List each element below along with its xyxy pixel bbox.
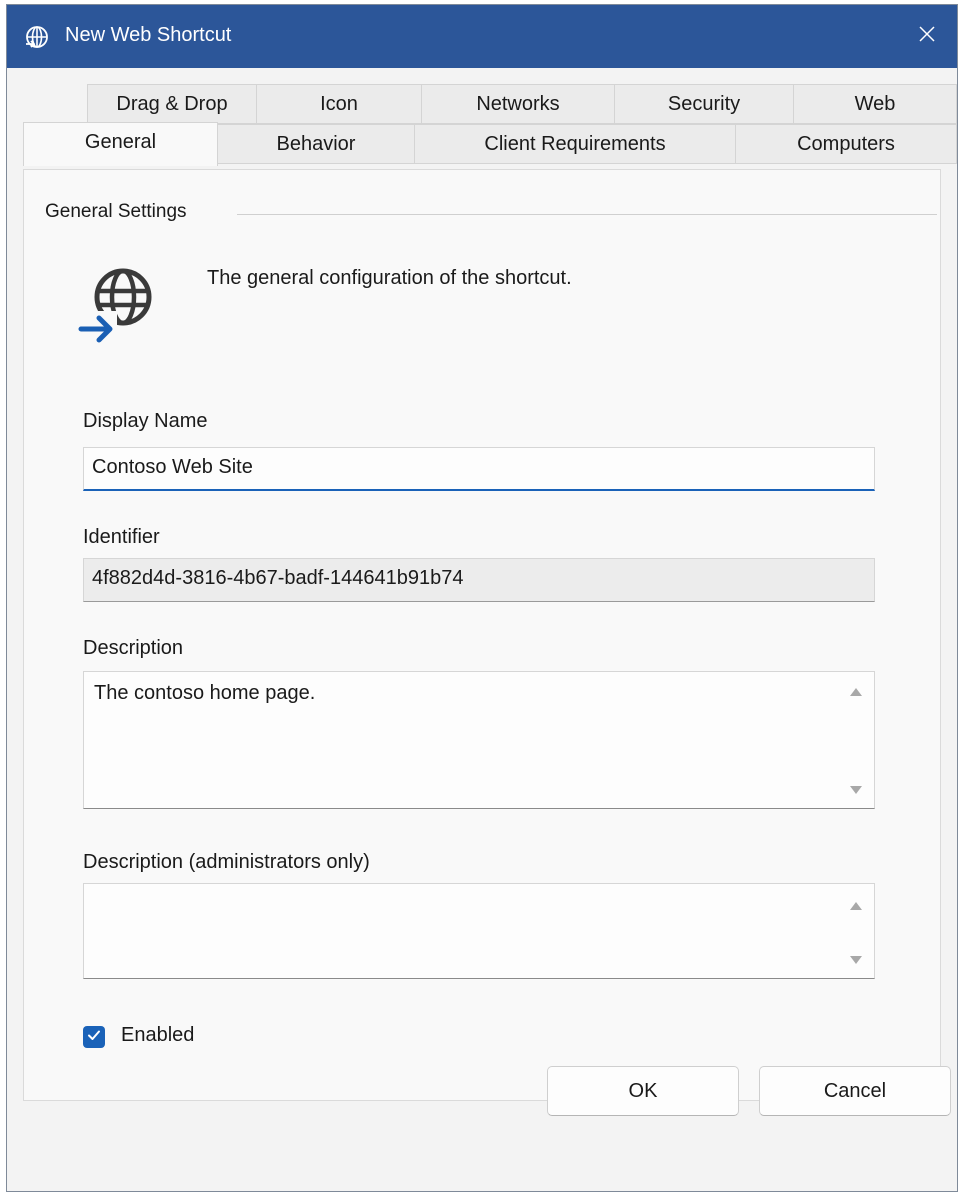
- scroll-up-icon[interactable]: [850, 902, 862, 910]
- tab-client-requirements[interactable]: Client Requirements: [414, 124, 736, 164]
- close-icon: [917, 24, 937, 49]
- ok-button[interactable]: OK: [547, 1066, 739, 1116]
- tab-networks[interactable]: Networks: [421, 84, 615, 124]
- scroll-up-icon[interactable]: [850, 688, 862, 696]
- enabled-label[interactable]: Enabled: [121, 1024, 194, 1047]
- globe-arrow-icon: [25, 25, 49, 49]
- tab-behavior[interactable]: Behavior: [217, 124, 415, 164]
- tab-drag-drop[interactable]: Drag & Drop: [87, 84, 257, 124]
- admin-description-field[interactable]: [83, 883, 875, 979]
- scroll-down-icon[interactable]: [850, 786, 862, 794]
- identifier-label: Identifier: [83, 526, 160, 548]
- identifier-field[interactable]: 4f882d4d-3816-4b67-badf-144641b91b74: [83, 558, 875, 602]
- tab-security[interactable]: Security: [614, 84, 794, 124]
- checkmark-icon: [86, 1027, 102, 1048]
- description-text: The contoso home page.: [94, 682, 316, 704]
- display-name-label: Display Name: [83, 410, 208, 432]
- window-title: New Web Shortcut: [65, 24, 232, 46]
- group-title: General Settings: [45, 201, 197, 223]
- dialog-window: New Web Shortcut Drag & Drop Icon Networ…: [6, 4, 958, 1192]
- tab-strip: Drag & Drop Icon Networks Security Web B…: [7, 68, 957, 170]
- intro-text: The general configuration of the shortcu…: [207, 267, 572, 289]
- group-divider: [237, 214, 937, 215]
- close-button[interactable]: [897, 5, 957, 68]
- tab-computers[interactable]: Computers: [735, 124, 957, 164]
- enabled-checkbox[interactable]: [83, 1026, 105, 1048]
- cancel-button[interactable]: Cancel: [759, 1066, 951, 1116]
- title-bar: New Web Shortcut: [7, 5, 957, 68]
- globe-arrow-icon: [73, 259, 163, 349]
- tab-web[interactable]: Web: [793, 84, 957, 124]
- tab-icon[interactable]: Icon: [256, 84, 422, 124]
- description-label: Description: [83, 637, 184, 659]
- scroll-down-icon[interactable]: [850, 956, 862, 964]
- description-field[interactable]: The contoso home page.: [83, 671, 875, 809]
- admin-description-label: Description (administrators only): [83, 851, 370, 873]
- tab-general[interactable]: General: [23, 122, 218, 166]
- display-name-field[interactable]: Contoso Web Site: [83, 447, 875, 491]
